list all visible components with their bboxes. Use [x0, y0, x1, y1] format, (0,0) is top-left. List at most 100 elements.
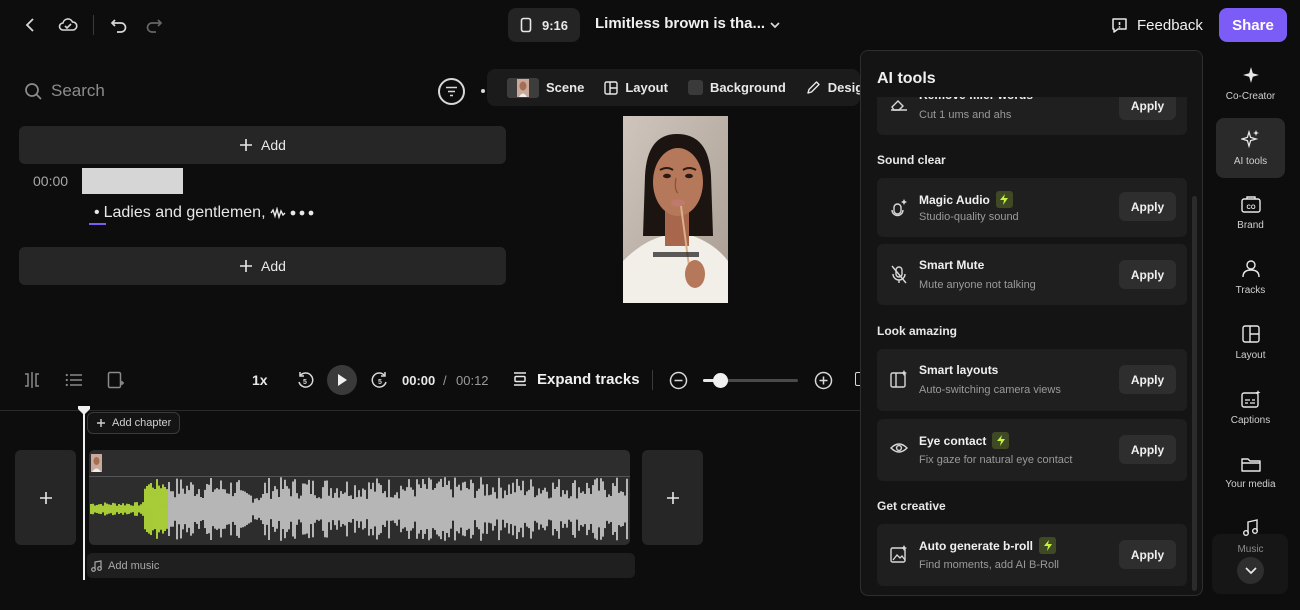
- tool-desc: Cut 1 ums and ahs: [919, 109, 1012, 121]
- tool-desc: Studio-quality sound: [919, 211, 1019, 223]
- add-chapter-button[interactable]: Add chapter: [87, 412, 181, 434]
- segment-timestamp: 00:00: [33, 173, 69, 189]
- scene-thumbnail: [507, 77, 539, 98]
- split-clip-icon[interactable]: [18, 366, 46, 394]
- tool-name: Eye contact: [919, 433, 987, 448]
- plus-icon: [666, 491, 679, 504]
- add-segment-button-bottom[interactable]: Add: [19, 247, 506, 285]
- magic-audio-icon: [890, 197, 908, 217]
- rewind-5-icon[interactable]: 5: [291, 366, 319, 394]
- segment-thumbnail[interactable]: [82, 168, 183, 194]
- current-time: 00:00: [402, 373, 436, 388]
- add-segment-button-top[interactable]: Add: [19, 126, 506, 164]
- phone-frame-icon: [520, 17, 532, 33]
- tool-card-eye-contact: Eye contact Fix gaze for natural eye con…: [877, 419, 1187, 481]
- share-button[interactable]: Share: [1219, 8, 1287, 42]
- tool-title: Auto generate b-roll: [919, 537, 1057, 554]
- sidebar-scroll-down-icon[interactable]: [1237, 557, 1264, 584]
- sidebar-item-ai-tools[interactable]: AI tools: [1216, 118, 1285, 178]
- tool-title: Magic Audio: [919, 191, 1013, 208]
- tool-desc: Find moments, add AI B-Roll: [919, 559, 1060, 571]
- timeline-divider: [0, 410, 860, 411]
- expand-tracks-label: Expand tracks: [537, 370, 640, 388]
- apply-smart-layouts-button[interactable]: Apply: [1119, 365, 1176, 394]
- audio-waveform: [90, 477, 628, 541]
- aspect-ratio-button[interactable]: 9:16: [508, 8, 580, 42]
- apply-magic-audio-button[interactable]: Apply: [1119, 192, 1176, 221]
- play-icon: [338, 374, 347, 386]
- layout-button[interactable]: Layout: [594, 69, 678, 106]
- forward-5-icon[interactable]: 5: [366, 366, 394, 394]
- svg-text:5: 5: [378, 379, 382, 386]
- tool-name: Smart Mute: [919, 258, 985, 272]
- ai-tools-panel: Remove filler words Cut 1 ums and ahs Ap…: [860, 50, 1203, 596]
- script-text[interactable]: Ladies and gentlemen,: [104, 204, 266, 222]
- tool-name: Magic Audio: [919, 192, 990, 207]
- script-line[interactable]: • Ladies and gentlemen,: [94, 204, 314, 222]
- add-clip-after-button[interactable]: [642, 450, 703, 545]
- background-label: Background: [709, 80, 786, 95]
- zoom-slider-handle[interactable]: [713, 373, 728, 388]
- redo-icon[interactable]: [140, 11, 168, 39]
- more-dots-icon[interactable]: [290, 210, 314, 216]
- tool-desc: Fix gaze for natural eye contact: [919, 454, 1073, 466]
- folder-icon: [1240, 458, 1261, 472]
- apply-eye-contact-button[interactable]: Apply: [1119, 435, 1176, 464]
- project-title[interactable]: Limitless brown is tha...: [595, 15, 765, 32]
- playhead[interactable]: [83, 410, 85, 580]
- add-music-label: Add music: [108, 559, 160, 572]
- filter-icon[interactable]: [438, 78, 465, 105]
- expand-tracks-button[interactable]: Expand tracks: [511, 370, 640, 388]
- play-button[interactable]: [327, 365, 357, 395]
- music-icon: [1242, 519, 1258, 536]
- search-field[interactable]: Search: [24, 80, 105, 102]
- time-separator: /: [443, 373, 447, 388]
- zoom-in-icon[interactable]: [809, 366, 837, 394]
- undo-icon[interactable]: [105, 11, 133, 39]
- scene-label: Scene: [546, 80, 585, 95]
- chevron-down-icon[interactable]: [761, 11, 789, 39]
- premium-bolt-icon: [1039, 537, 1057, 554]
- add-label: Add: [261, 137, 286, 153]
- sidebar-item-tracks[interactable]: Tracks: [1216, 248, 1285, 308]
- add-music-track[interactable]: Add music: [87, 553, 635, 578]
- aspect-ratio-label: 9:16: [541, 17, 569, 33]
- apply-auto-broll-button[interactable]: Apply: [1119, 540, 1176, 569]
- toolbar-divider: [93, 15, 94, 35]
- video-clip[interactable]: [89, 450, 630, 545]
- expand-tracks-icon: [514, 372, 526, 386]
- sidebar-item-co-creator[interactable]: Co-Creator: [1216, 54, 1285, 114]
- sidebar-item-brand[interactable]: CO Brand: [1216, 183, 1285, 243]
- sidebar-item-label: AI tools: [1233, 156, 1268, 167]
- panel-scrollbar[interactable]: [1192, 196, 1197, 591]
- sidebar-item-layout[interactable]: Layout: [1216, 313, 1285, 373]
- sidebar-item-your-media[interactable]: Your media: [1216, 443, 1285, 503]
- clip-thumbnail: [91, 454, 102, 472]
- sidebar-item-captions[interactable]: Captions: [1216, 378, 1285, 438]
- feedback-icon: [1112, 17, 1127, 33]
- plus-icon: [240, 260, 253, 272]
- background-swatch-icon: [687, 80, 703, 95]
- zoom-out-icon[interactable]: [664, 366, 692, 394]
- feedback-button[interactable]: Feedback: [1110, 10, 1203, 40]
- sidebar-item-label: Tracks: [1235, 285, 1266, 296]
- section-sound-clear: Sound clear: [877, 153, 946, 167]
- captions-icon: [1240, 390, 1260, 408]
- sidebar-item-label: Co-Creator: [1225, 91, 1276, 102]
- sidebar-item-label: Your media: [1225, 479, 1276, 490]
- background-button[interactable]: Background: [678, 69, 796, 106]
- playback-speed[interactable]: 1x: [252, 372, 268, 388]
- cloud-save-icon[interactable]: [54, 11, 82, 39]
- top-bar: 9:16 Limitless brown is tha... Feedback …: [0, 0, 1300, 50]
- list-view-icon[interactable]: [60, 366, 88, 394]
- add-scene-icon[interactable]: [102, 366, 130, 394]
- back-arrow-icon[interactable]: [17, 11, 45, 39]
- search-icon: [25, 82, 42, 100]
- eye-icon: [890, 441, 908, 455]
- add-clip-before-button[interactable]: [15, 450, 76, 545]
- apply-smart-mute-button[interactable]: Apply: [1119, 260, 1176, 289]
- bullet: •: [94, 204, 100, 221]
- video-preview[interactable]: [623, 116, 728, 303]
- controls-divider: [652, 370, 653, 390]
- scene-button[interactable]: Scene: [497, 69, 594, 106]
